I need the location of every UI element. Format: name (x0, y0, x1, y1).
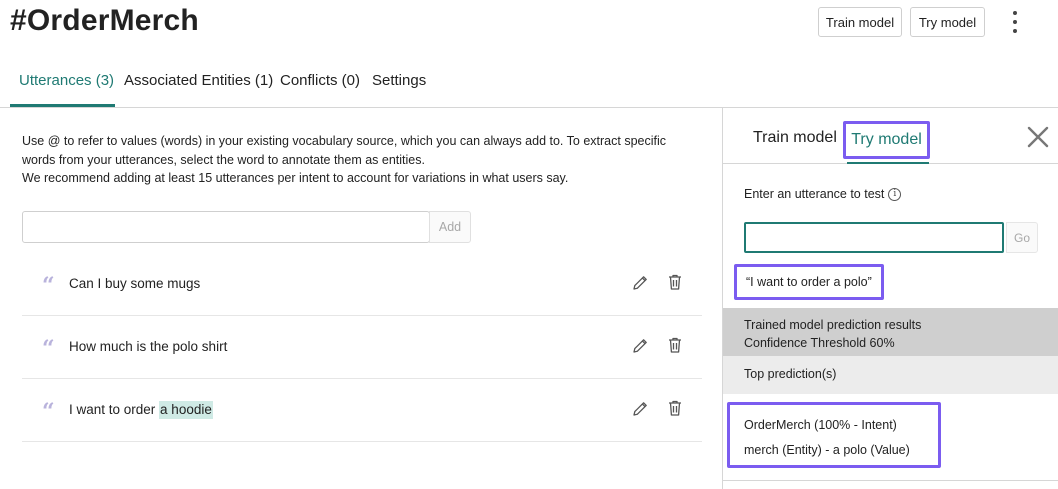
panel-tab-try-model[interactable]: Try model (843, 121, 930, 159)
entity-annotation[interactable]: a hoodie (159, 401, 213, 419)
panel-bottom-divider (723, 480, 1058, 481)
edit-pencil-icon[interactable] (630, 273, 650, 293)
try-model-panel: Train model Try model Enter an utterance… (722, 108, 1058, 489)
instructions-text: Use @ to refer to values (words) in your… (22, 132, 702, 188)
quote-icon: “ (42, 399, 55, 425)
prediction-result-box: OrderMerch (100% - Intent) merch (Entity… (727, 402, 941, 468)
confidence-threshold: Confidence Threshold 60% (744, 336, 895, 350)
edit-pencil-icon[interactable] (630, 336, 650, 356)
tab-bar: Utterances (3) Associated Entities (1) C… (0, 60, 1058, 108)
page-title: #OrderMerch (10, 4, 199, 37)
kebab-vertical-icon[interactable] (1008, 11, 1022, 33)
quote-icon: “ (42, 273, 55, 299)
predicted-entity: merch (Entity) - a polo (Value) (744, 443, 910, 457)
tab-conflicts[interactable]: Conflicts (0) (280, 72, 360, 103)
panel-active-tab-indicator (847, 162, 929, 164)
trash-icon[interactable] (665, 272, 685, 292)
predicted-intent: OrderMerch (100% - Intent) (744, 418, 897, 432)
instructions-line-2: We recommend adding at least 15 utteranc… (22, 171, 569, 185)
trash-icon[interactable] (665, 398, 685, 418)
utterance-text[interactable]: I want to order a hoodie (69, 401, 213, 419)
utterance-text[interactable]: How much is the polo shirt (69, 339, 227, 354)
utterance-row: “ I want to order a hoodie (22, 379, 702, 442)
prediction-results-header: Trained model prediction results Confide… (723, 308, 1058, 356)
close-icon[interactable] (1026, 125, 1050, 149)
test-utterance-label: Enter an utterance to test i (744, 187, 902, 201)
instructions-line-1: Use @ to refer to values (words) in your… (22, 134, 666, 167)
tested-utterance: “I want to order a polo” (734, 264, 884, 300)
results-title: Trained model prediction results (744, 318, 922, 332)
active-tab-indicator (10, 104, 115, 107)
utterance-text[interactable]: Can I buy some mugs (69, 276, 200, 291)
utterance-row: “ Can I buy some mugs (22, 253, 702, 316)
utterances-pane: Use @ to refer to values (words) in your… (0, 108, 722, 489)
utterance-row: “ How much is the polo shirt (22, 316, 702, 379)
quote-icon: “ (42, 336, 55, 362)
train-model-button[interactable]: Train model (818, 7, 902, 37)
tab-settings[interactable]: Settings (372, 72, 426, 103)
edit-pencil-icon[interactable] (630, 399, 650, 419)
utterance-input[interactable] (22, 211, 430, 243)
panel-tab-train-model[interactable]: Train model (753, 129, 837, 147)
top-predictions-label: Top prediction(s) (723, 356, 1058, 394)
tab-associated-entities[interactable]: Associated Entities (1) (124, 72, 273, 103)
info-icon[interactable]: i (888, 187, 902, 201)
trash-icon[interactable] (665, 335, 685, 355)
test-utterance-input[interactable] (744, 222, 1004, 253)
try-model-button[interactable]: Try model (910, 7, 985, 37)
add-utterance-button[interactable]: Add (429, 211, 471, 243)
go-button[interactable]: Go (1006, 222, 1038, 253)
tab-utterances[interactable]: Utterances (3) (19, 72, 114, 103)
